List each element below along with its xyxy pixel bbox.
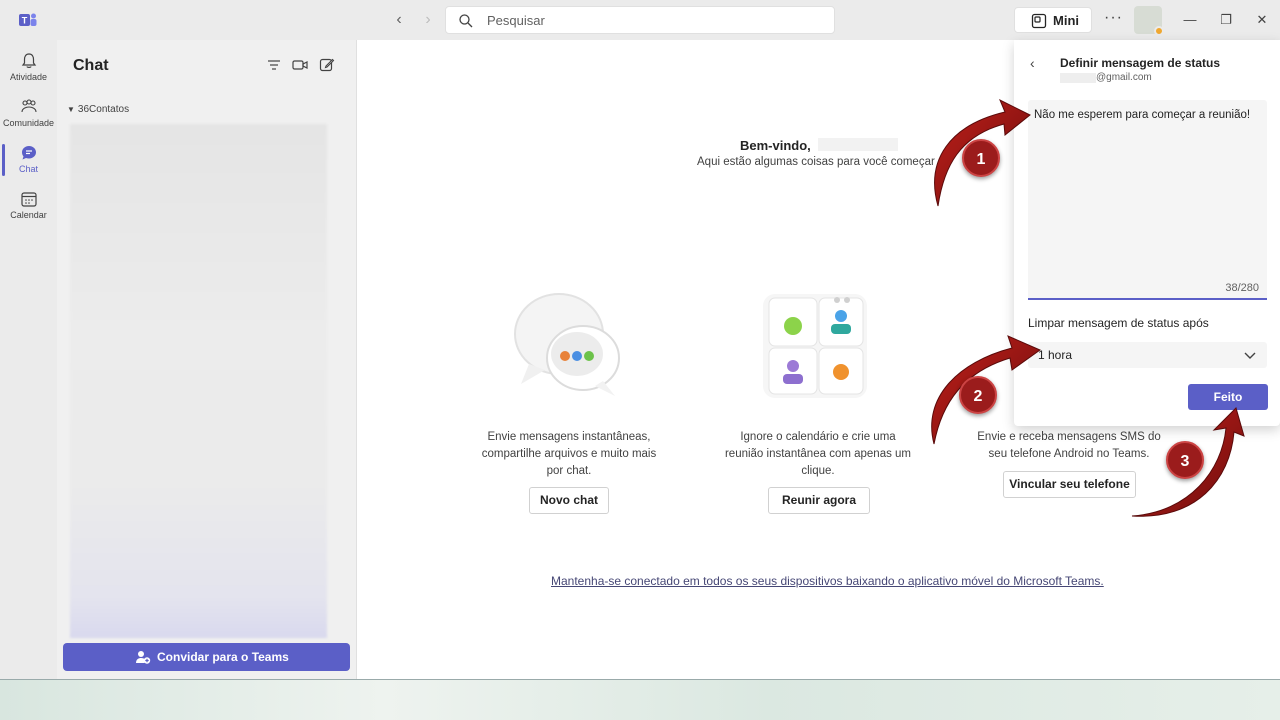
rail-label-chat: Chat [18, 164, 38, 174]
calendar-icon [20, 192, 37, 207]
annotation-callout-1: 1 [962, 139, 1000, 177]
rail-label-community: Comunidade [2, 118, 55, 128]
redacted-username [818, 138, 898, 151]
user-avatar[interactable] [1134, 6, 1164, 36]
invite-to-teams-button[interactable]: Convidar para o Teams [63, 643, 350, 671]
status-message-panel: ‹ Definir mensagem de status @gmail.com … [1014, 40, 1280, 426]
teams-window: T ‹ › Pesquisar Mini ··· — ❐ ✕ Atividade… [0, 0, 1280, 680]
redacted-email-user [1060, 73, 1096, 83]
done-button[interactable]: Feito [1188, 384, 1268, 410]
forward-arrow-icon[interactable]: › [418, 10, 438, 30]
clear-after-label: Limpar mensagem de status após [1028, 316, 1209, 330]
caret-down-icon: ▼ [67, 105, 75, 114]
chat-pane-title: Chat [73, 57, 109, 74]
app-rail: Atividade Comunidade Chat Calendar [0, 40, 57, 679]
status-panel-title: Definir mensagem de status [1060, 56, 1221, 70]
more-options-icon[interactable]: ··· [1104, 9, 1123, 27]
rail-item-chat[interactable]: Chat [0, 138, 57, 184]
video-call-icon[interactable] [291, 56, 309, 74]
rail-label-activity: Atividade [9, 72, 48, 82]
annotation-callout-3: 3 [1166, 441, 1204, 479]
new-chat-icon[interactable] [318, 56, 336, 74]
contacts-section-label[interactable]: ▼ 36Contatos [67, 104, 129, 115]
search-placeholder: Pesquisar [487, 13, 545, 28]
account-email: @gmail.com [1096, 72, 1152, 83]
restore-icon[interactable]: ❐ [1216, 10, 1236, 30]
rail-item-activity[interactable]: Atividade [0, 46, 57, 92]
annotation-callout-2: 2 [959, 376, 997, 414]
mini-button[interactable]: Mini [1014, 7, 1092, 33]
mini-window-icon [1031, 13, 1047, 29]
welcome-heading: Bem-vindo, [740, 138, 811, 153]
new-chat-button[interactable]: Novo chat [529, 487, 609, 514]
blurred-contact-list [70, 124, 327, 638]
invite-person-icon [136, 651, 151, 664]
chat-bubbles-illustration [514, 293, 620, 396]
welcome-subtitle: Aqui estão algumas coisas para você come… [697, 156, 935, 168]
status-message-input[interactable]: Não me esperem para começar a reunião! 3… [1028, 100, 1267, 300]
svg-text:T: T [22, 16, 28, 26]
rail-label-calendar: Calendar [10, 210, 47, 220]
char-counter: 38/280 [1225, 282, 1259, 294]
bell-icon [21, 53, 36, 68]
teams-logo-icon: T [19, 13, 37, 26]
link-phone-button[interactable]: Vincular seu telefone [1003, 471, 1136, 498]
card-meeting-text: Ignore o calendário e crie uma reunião i… [724, 431, 912, 477]
presence-badge [1154, 26, 1164, 36]
search-input[interactable]: Pesquisar [445, 6, 835, 34]
invite-label: Convidar para o Teams [157, 650, 289, 664]
mobile-app-link[interactable]: Mantenha-se conectado em todos os seus d… [551, 574, 1104, 588]
meeting-grid-illustration [763, 294, 867, 398]
rail-item-community[interactable]: Comunidade [0, 92, 57, 138]
back-arrow-icon[interactable]: ‹ [389, 10, 409, 30]
search-icon [459, 14, 473, 28]
card-chat-text: Envie mensagens instantâneas, compartilh… [481, 431, 657, 477]
clear-after-dropdown[interactable]: 1 hora [1028, 342, 1267, 368]
filter-icon[interactable] [265, 56, 283, 74]
chat-icon [21, 146, 36, 160]
rail-item-calendar[interactable]: Calendar [0, 184, 57, 230]
community-icon [20, 99, 37, 113]
close-icon[interactable]: ✕ [1252, 10, 1272, 30]
chat-list-pane: Chat ▼ 36Contatos Convidar para o Teams [57, 40, 357, 679]
clear-after-value: 1 hora [1038, 348, 1073, 362]
contacts-section-text: 36Contatos [77, 104, 130, 115]
desktop-taskbar-strip [0, 680, 1280, 720]
chevron-down-icon [1244, 352, 1256, 359]
status-message-text: Não me esperem para começar a reunião! [1034, 109, 1251, 121]
title-bar: T ‹ › Pesquisar Mini ··· — ❐ ✕ [0, 0, 1280, 40]
meet-now-button[interactable]: Reunir agora [768, 487, 870, 514]
mini-label: Mini [1053, 13, 1079, 28]
card-phone-text: Envie e receba mensagens SMS do seu tele… [977, 431, 1161, 460]
minimize-icon[interactable]: — [1180, 10, 1200, 30]
back-chevron-icon[interactable]: ‹ [1030, 55, 1035, 71]
